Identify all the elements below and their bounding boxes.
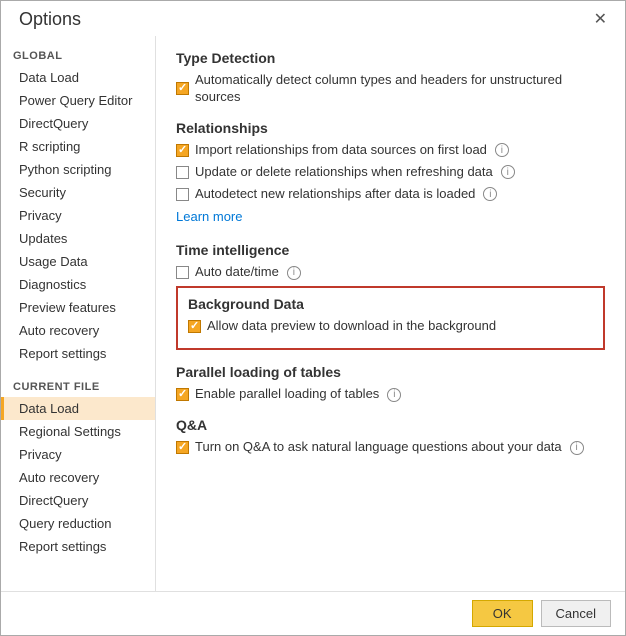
relationships-checkbox2[interactable] (176, 166, 189, 179)
sidebar-item-diagnostics[interactable]: Diagnostics (1, 273, 155, 296)
learn-more-link[interactable]: Learn more (176, 209, 242, 224)
sidebar: GLOBAL Data Load Power Query Editor Dire… (1, 36, 156, 591)
sidebar-item-r-scripting[interactable]: R scripting (1, 135, 155, 158)
time-intelligence-title: Time intelligence (176, 242, 605, 258)
sidebar-item-preview-features[interactable]: Preview features (1, 296, 155, 319)
cancel-button[interactable]: Cancel (541, 600, 611, 627)
parallel-loading-label: Enable parallel loading of tables (195, 386, 379, 403)
sidebar-item-power-query-editor[interactable]: Power Query Editor (1, 89, 155, 112)
time-intelligence-info-icon[interactable]: i (287, 266, 301, 280)
ok-button[interactable]: OK (472, 600, 533, 627)
relationships-checkbox1[interactable] (176, 144, 189, 157)
relationships-row3: Autodetect new relationships after data … (176, 186, 605, 203)
relationships-label2: Update or delete relationships when refr… (195, 164, 493, 181)
relationships-info3-icon[interactable]: i (483, 187, 497, 201)
parallel-loading-row: Enable parallel loading of tables i (176, 386, 605, 403)
background-data-checkbox[interactable] (188, 320, 201, 333)
background-data-row: Allow data preview to download in the ba… (188, 318, 593, 335)
global-section-label: GLOBAL (1, 42, 155, 66)
time-intelligence-checkbox[interactable] (176, 266, 189, 279)
background-data-label: Allow data preview to download in the ba… (207, 318, 496, 335)
qa-row: Turn on Q&A to ask natural language ques… (176, 439, 605, 456)
type-detection-row: Automatically detect column types and he… (176, 72, 605, 106)
current-file-section-label: CURRENT FILE (1, 373, 155, 397)
sidebar-item-privacy[interactable]: Privacy (1, 204, 155, 227)
sidebar-item-cf-query-reduction[interactable]: Query reduction (1, 512, 155, 535)
qa-label: Turn on Q&A to ask natural language ques… (195, 439, 562, 456)
sidebar-item-directquery[interactable]: DirectQuery (1, 112, 155, 135)
relationships-checkbox3[interactable] (176, 188, 189, 201)
close-button[interactable]: ✕ (588, 10, 613, 30)
sidebar-item-cf-auto-recovery[interactable]: Auto recovery (1, 466, 155, 489)
parallel-loading-title: Parallel loading of tables (176, 364, 605, 380)
type-detection-label: Automatically detect column types and he… (195, 72, 605, 106)
parallel-loading-info-icon[interactable]: i (387, 388, 401, 402)
sidebar-item-cf-report-settings[interactable]: Report settings (1, 535, 155, 558)
dialog-title: Options (19, 9, 81, 30)
qa-checkbox[interactable] (176, 441, 189, 454)
dialog-titlebar: Options ✕ (1, 1, 625, 36)
relationships-row2: Update or delete relationships when refr… (176, 164, 605, 181)
time-intelligence-label: Auto date/time (195, 264, 279, 281)
qa-title: Q&A (176, 417, 605, 433)
sidebar-item-cf-directquery[interactable]: DirectQuery (1, 489, 155, 512)
main-content: Type Detection Automatically detect colu… (156, 36, 625, 591)
sidebar-item-data-load[interactable]: Data Load (1, 66, 155, 89)
dialog-body: GLOBAL Data Load Power Query Editor Dire… (1, 36, 625, 591)
relationships-title: Relationships (176, 120, 605, 136)
options-dialog: Options ✕ GLOBAL Data Load Power Query E… (0, 0, 626, 636)
sidebar-item-cf-regional-settings[interactable]: Regional Settings (1, 420, 155, 443)
relationships-row1: Import relationships from data sources o… (176, 142, 605, 159)
parallel-loading-checkbox[interactable] (176, 388, 189, 401)
sidebar-item-security[interactable]: Security (1, 181, 155, 204)
type-detection-title: Type Detection (176, 50, 605, 66)
background-data-title: Background Data (188, 296, 593, 312)
sidebar-item-report-settings[interactable]: Report settings (1, 342, 155, 365)
type-detection-checkbox[interactable] (176, 82, 189, 95)
relationships-info2-icon[interactable]: i (501, 165, 515, 179)
sidebar-item-auto-recovery[interactable]: Auto recovery (1, 319, 155, 342)
time-intelligence-row: Auto date/time i (176, 264, 605, 281)
sidebar-item-cf-privacy[interactable]: Privacy (1, 443, 155, 466)
sidebar-item-python-scripting[interactable]: Python scripting (1, 158, 155, 181)
relationships-info1-icon[interactable]: i (495, 143, 509, 157)
sidebar-item-usage-data[interactable]: Usage Data (1, 250, 155, 273)
relationships-label1: Import relationships from data sources o… (195, 142, 487, 159)
sidebar-item-updates[interactable]: Updates (1, 227, 155, 250)
background-data-section: Background Data Allow data preview to do… (176, 286, 605, 350)
qa-info-icon[interactable]: i (570, 441, 584, 455)
dialog-footer: OK Cancel (1, 591, 625, 635)
relationships-label3: Autodetect new relationships after data … (195, 186, 475, 203)
sidebar-item-cf-data-load[interactable]: Data Load (1, 397, 155, 420)
